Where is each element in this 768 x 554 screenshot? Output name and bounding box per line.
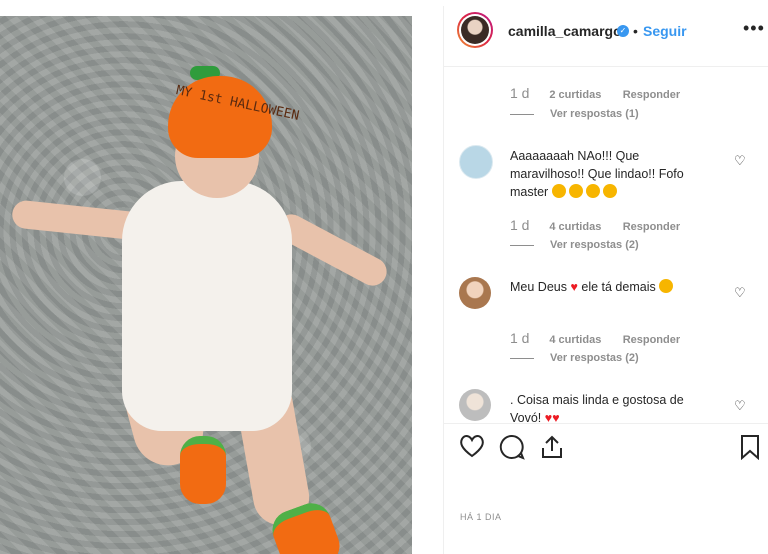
comment-body-continued: ele tá demais [581,280,656,294]
view-replies-label: Ver respostas (2) [550,352,639,364]
comment-body: . Coisa mais linda e gostosa de Vovó! [510,393,684,423]
commenter-avatar[interactable] [459,145,493,179]
post-header: camilla_camargo ✓ • Seguir ••• [444,6,768,67]
like-comment-heart-icon[interactable]: ♡ [734,285,746,301]
like-comment-heart-icon[interactable]: ♡ [734,398,746,414]
view-replies-label: Ver respostas (1) [550,108,639,120]
comment-meta: 1 d 4 curtidas Responder [510,330,680,346]
comment-text: Meu Deus ♥ ele tá demais [510,278,710,296]
follow-button[interactable]: Seguir [643,23,687,39]
comment-likes[interactable]: 2 curtidas [549,89,619,101]
avatar-frame [459,14,491,46]
heart-eyes-emoji-icon [568,184,583,198]
verified-badge-icon: ✓ [617,25,629,37]
commenter-avatar[interactable] [459,277,491,309]
like-comment-heart-icon[interactable]: ♡ [734,153,746,169]
commenter-avatar[interactable] [459,389,491,421]
comment-likes[interactable]: 4 curtidas [549,334,619,346]
replies-line [510,244,534,246]
pumpkin-sock-left [180,436,226,504]
heart-eyes-emoji-icon [602,184,617,198]
post-sidebar: camilla_camargo ✓ • Seguir ••• 1 d 2 cur… [444,0,768,554]
bookmark-icon[interactable] [739,434,761,466]
post-photo-pane: MY 1st HALLOWEEN [0,0,443,554]
separator-dot: • [633,23,638,39]
comment-text: Aaaaaaaah NAo!!! Que maravilhoso!! Que l… [510,147,710,201]
post-timestamp[interactable]: HÁ 1 DIA [460,512,502,522]
heart-eyes-emoji-icon [585,184,600,198]
comment-time: 1 d [510,85,530,101]
comment-icon[interactable] [499,434,525,466]
view-replies-button[interactable]: Ver respostas (2) [510,352,639,364]
comments-list[interactable]: 1 d 2 curtidas Responder Ver respostas (… [444,67,768,423]
baby-onesie [122,181,292,431]
avatar-image [461,16,489,44]
reply-button[interactable]: Responder [623,334,680,346]
view-replies-button[interactable]: Ver respostas (2) [510,239,639,251]
share-icon[interactable] [539,434,565,466]
post-actions-bar [444,423,768,474]
post-photo[interactable]: MY 1st HALLOWEEN [0,16,412,554]
view-replies-label: Ver respostas (2) [550,239,639,251]
comment-time: 1 d [510,217,530,233]
more-options-icon[interactable]: ••• [743,18,765,39]
author-username[interactable]: camilla_camargo [508,23,622,39]
comment-time: 1 d [510,330,530,346]
comment-meta: 1 d 2 curtidas Responder [510,85,680,101]
heart-eyes-emoji-icon [659,279,674,293]
heart-icon[interactable] [459,434,485,464]
replies-line [510,113,534,115]
author-avatar[interactable] [457,12,493,48]
comment-text: . Coisa mais linda e gostosa de Vovó! ♥♥ [510,391,710,423]
heart-eyes-emoji-icon [551,184,566,198]
red-heart-icon: ♥ [570,280,578,294]
reply-button[interactable]: Responder [623,221,680,233]
comment-likes[interactable]: 4 curtidas [549,221,619,233]
replies-line [510,357,534,359]
view-replies-button[interactable]: Ver respostas (1) [510,108,639,120]
comment-meta: 1 d 4 curtidas Responder [510,217,680,233]
red-heart-icon: ♥♥ [544,411,560,423]
reply-button[interactable]: Responder [623,89,680,101]
comment-body: Meu Deus [510,280,567,294]
